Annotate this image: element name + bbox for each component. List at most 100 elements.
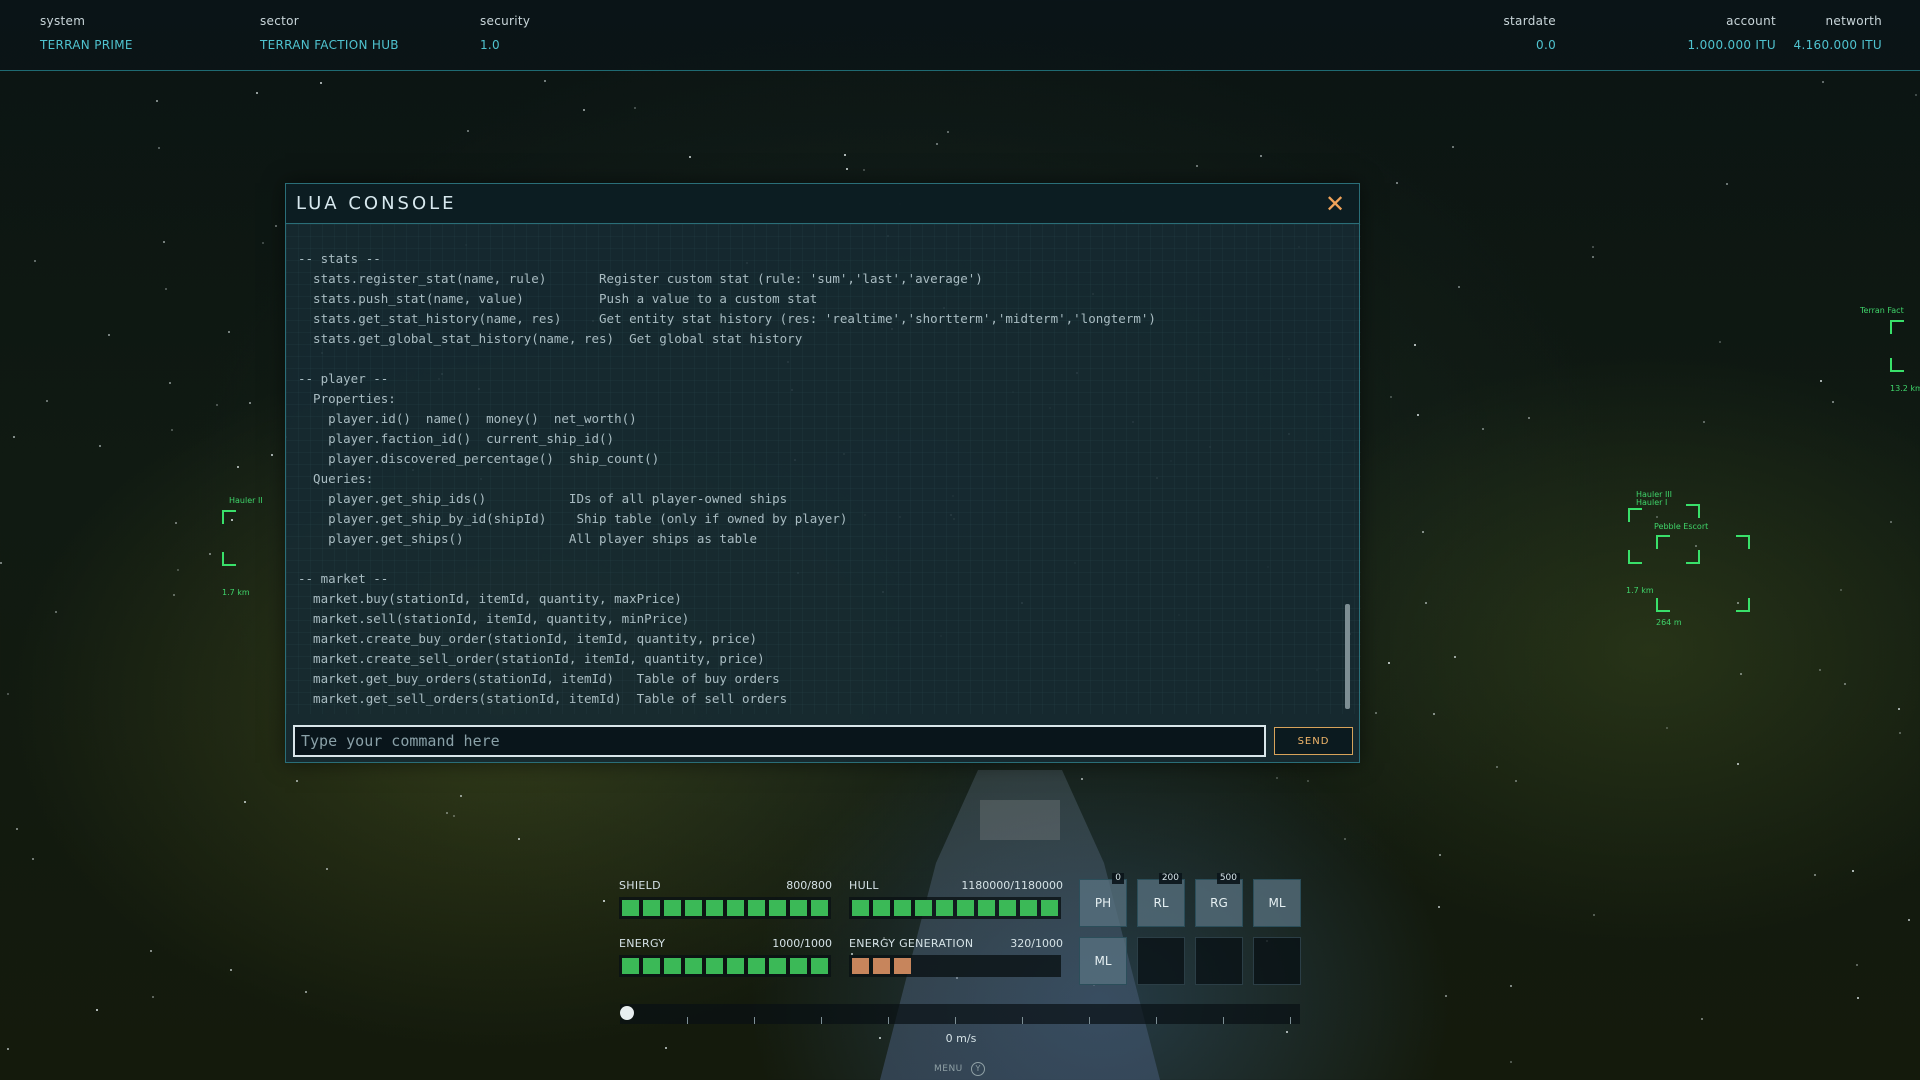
gauge-segment — [999, 900, 1016, 916]
star — [1822, 81, 1824, 83]
weapon-slot-ph[interactable]: PH 0 — [1079, 873, 1127, 927]
target-bracket-icon — [1656, 598, 1670, 612]
speed-tick — [1089, 1017, 1090, 1024]
weapon-ammo-badge: 200 — [1158, 873, 1182, 884]
menu-label[interactable]: MENU — [934, 1064, 963, 1074]
speed-slider-handle[interactable] — [620, 1006, 634, 1020]
target-label: Terran Fact — [1860, 306, 1904, 315]
star — [879, 1037, 881, 1039]
console-line: player.get_ship_ids() IDs of all player-… — [298, 491, 788, 506]
star — [1510, 1061, 1512, 1063]
star — [1445, 995, 1447, 997]
speed-tick — [687, 1017, 688, 1024]
networth-cell: networth 4.160.000 ITU — [1786, 14, 1882, 52]
star — [275, 225, 277, 227]
gauge-segment — [622, 958, 639, 974]
star — [1515, 780, 1517, 782]
weapon-slot-empty-1[interactable] — [1137, 937, 1185, 985]
stardate-value: 0.0 — [1536, 38, 1556, 52]
console-line: Queries: — [298, 471, 374, 486]
speed-readout: 0 m/s — [945, 1032, 977, 1045]
console-scrollbar[interactable] — [1345, 604, 1350, 709]
gauge-segment — [685, 900, 702, 916]
star — [1454, 656, 1456, 658]
star — [446, 812, 448, 814]
target-bracket-icon — [222, 510, 236, 524]
speed-slider-track[interactable] — [620, 1004, 1300, 1024]
star — [544, 80, 546, 82]
star — [1496, 766, 1498, 768]
gauge-segment — [811, 958, 828, 974]
star — [262, 242, 264, 244]
star — [55, 611, 57, 613]
star — [0, 562, 2, 564]
gauge-segment — [957, 900, 974, 916]
energy-generation-gauge: ENERGY GENERATION 320/1000 — [849, 937, 1063, 979]
weapon-slot-ml-1[interactable]: ML — [1253, 879, 1301, 927]
account-cell: account 1.000.000 ITU — [1660, 14, 1776, 52]
star — [163, 241, 165, 243]
star — [1844, 683, 1846, 685]
star — [844, 154, 846, 156]
target-distance: 1.7 km — [222, 588, 250, 597]
star — [13, 436, 15, 438]
gauge-segment — [957, 958, 974, 974]
energy-bar — [619, 955, 831, 977]
star — [1390, 396, 1392, 398]
star — [1414, 344, 1416, 346]
star — [177, 569, 179, 571]
weapon-slot-empty-3[interactable] — [1253, 937, 1301, 985]
console-line: market.create_buy_order(stationId, itemI… — [298, 631, 758, 646]
security-label: security — [480, 14, 531, 28]
shield-value: 800/800 — [786, 879, 832, 892]
system-value: TERRAN PRIME — [40, 38, 133, 52]
speed-tick — [955, 1017, 956, 1024]
console-line: market.sell(stationId, itemId, quantity,… — [298, 611, 690, 626]
speed-tick — [1022, 1017, 1023, 1024]
star — [1510, 985, 1512, 987]
star — [256, 92, 258, 94]
target-bracket-icon — [1890, 358, 1904, 372]
console-line: market.create_sell_order(stationId, item… — [298, 651, 765, 666]
star — [460, 795, 462, 797]
star — [846, 168, 848, 170]
menu-key-icon: Y — [971, 1062, 985, 1076]
console-header: LUA CONSOLE ✕ — [286, 184, 1359, 224]
star — [228, 331, 230, 333]
star — [1814, 874, 1816, 876]
star — [1695, 545, 1697, 547]
target-bracket-icon — [1736, 535, 1750, 549]
star — [171, 429, 173, 431]
star — [271, 454, 273, 456]
command-input[interactable] — [293, 725, 1266, 757]
gauge-segment — [643, 900, 660, 916]
weapon-slot-rl[interactable]: RL 200 — [1137, 873, 1185, 927]
gauge-segment — [790, 900, 807, 916]
star — [32, 858, 34, 860]
star — [150, 950, 152, 952]
gauge-segment — [706, 900, 723, 916]
energy-label: ENERGY — [619, 937, 666, 950]
close-icon[interactable]: ✕ — [1321, 190, 1349, 218]
console-output[interactable]: -- stats -- stats.register_stat(name, ru… — [286, 224, 1361, 714]
weapon-slot-ml-2[interactable]: ML — [1079, 937, 1127, 985]
console-line: market.buy(stationId, itemId, quantity, … — [298, 591, 682, 606]
console-title: LUA CONSOLE — [296, 193, 457, 214]
star — [1439, 854, 1441, 856]
weapon-slot-rg[interactable]: RG 500 — [1195, 873, 1243, 927]
gauge-segment — [685, 958, 702, 974]
star — [108, 334, 110, 336]
console-line: -- player -- — [298, 371, 389, 386]
send-button[interactable]: SEND — [1274, 727, 1353, 755]
weapon-slot-empty-2[interactable] — [1195, 937, 1243, 985]
gauge-segment — [1041, 900, 1058, 916]
energy-generation-bar — [849, 955, 1061, 977]
star — [1899, 732, 1901, 734]
hull-bar — [849, 897, 1061, 919]
gauge-segment — [936, 958, 953, 974]
security-value: 1.0 — [480, 38, 500, 52]
star — [34, 260, 36, 262]
star — [158, 147, 160, 149]
star — [1388, 662, 1390, 664]
